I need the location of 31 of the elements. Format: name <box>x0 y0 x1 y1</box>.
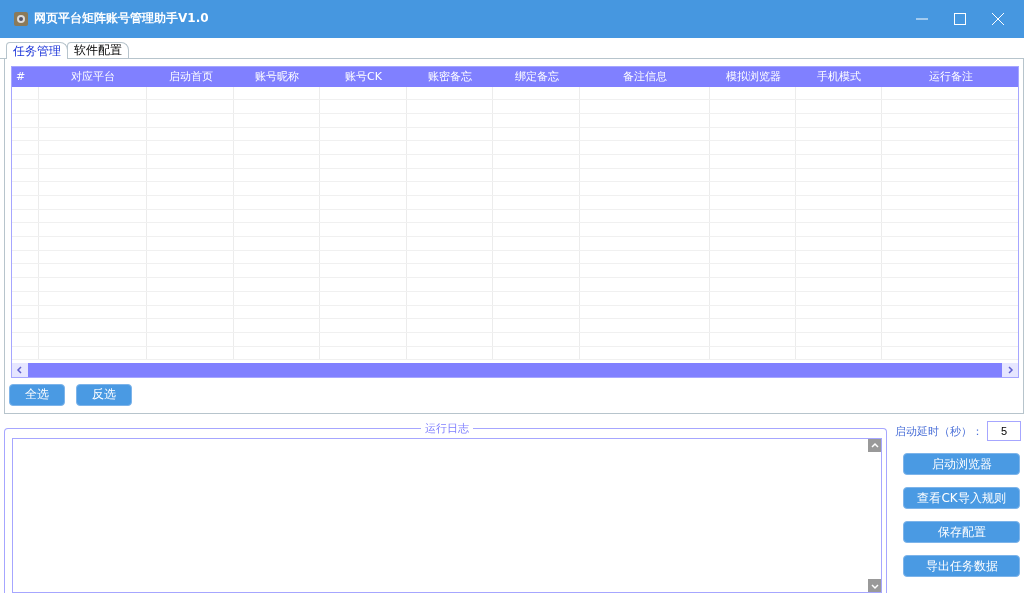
close-icon <box>992 12 1004 25</box>
column-header[interactable]: 模拟浏览器 <box>710 66 796 87</box>
column-header[interactable]: 启动首页 <box>147 66 234 87</box>
tab[interactable]: 任务管理 <box>6 41 68 59</box>
tab[interactable]: 软件配置 <box>67 41 129 58</box>
scroll-left-icon[interactable] <box>16 365 24 374</box>
action-button[interactable]: 保存配置 <box>903 521 1020 543</box>
window-title: 网页平台矩阵账号管理助手V1.0 <box>34 10 210 28</box>
column-header[interactable]: 运行备注 <box>882 66 1020 87</box>
delay-input[interactable]: 5 <box>987 421 1021 441</box>
scroll-up-icon[interactable] <box>870 441 879 450</box>
maximize-icon <box>954 12 966 25</box>
column-header[interactable]: # <box>12 66 39 87</box>
column-header[interactable]: 账号昵称 <box>234 66 320 87</box>
column-header[interactable]: 账密备忘 <box>407 66 493 87</box>
column-header[interactable]: 绑定备忘 <box>493 66 580 87</box>
app-logo-icon <box>14 11 28 26</box>
vertical-scrollbar[interactable] <box>868 439 881 592</box>
column-header[interactable]: 备注信息 <box>580 66 710 87</box>
column-header[interactable]: 账号CK <box>320 66 407 87</box>
action-button[interactable]: 启动浏览器 <box>903 453 1020 475</box>
action-button[interactable]: 导出任务数据 <box>903 555 1020 577</box>
scroll-down-icon[interactable] <box>870 581 879 590</box>
delay-label: 启动延时（秒）： <box>895 423 983 439</box>
select-button[interactable]: 全选 <box>9 383 65 406</box>
log-legend: 运行日志 <box>421 421 473 436</box>
scroll-right-icon[interactable] <box>1006 365 1014 374</box>
column-header[interactable]: 手机模式 <box>796 66 882 87</box>
select-button[interactable]: 反选 <box>76 383 132 406</box>
column-header[interactable]: 对应平台 <box>39 66 147 87</box>
action-button[interactable]: 查看CK导入规则 <box>903 487 1020 509</box>
